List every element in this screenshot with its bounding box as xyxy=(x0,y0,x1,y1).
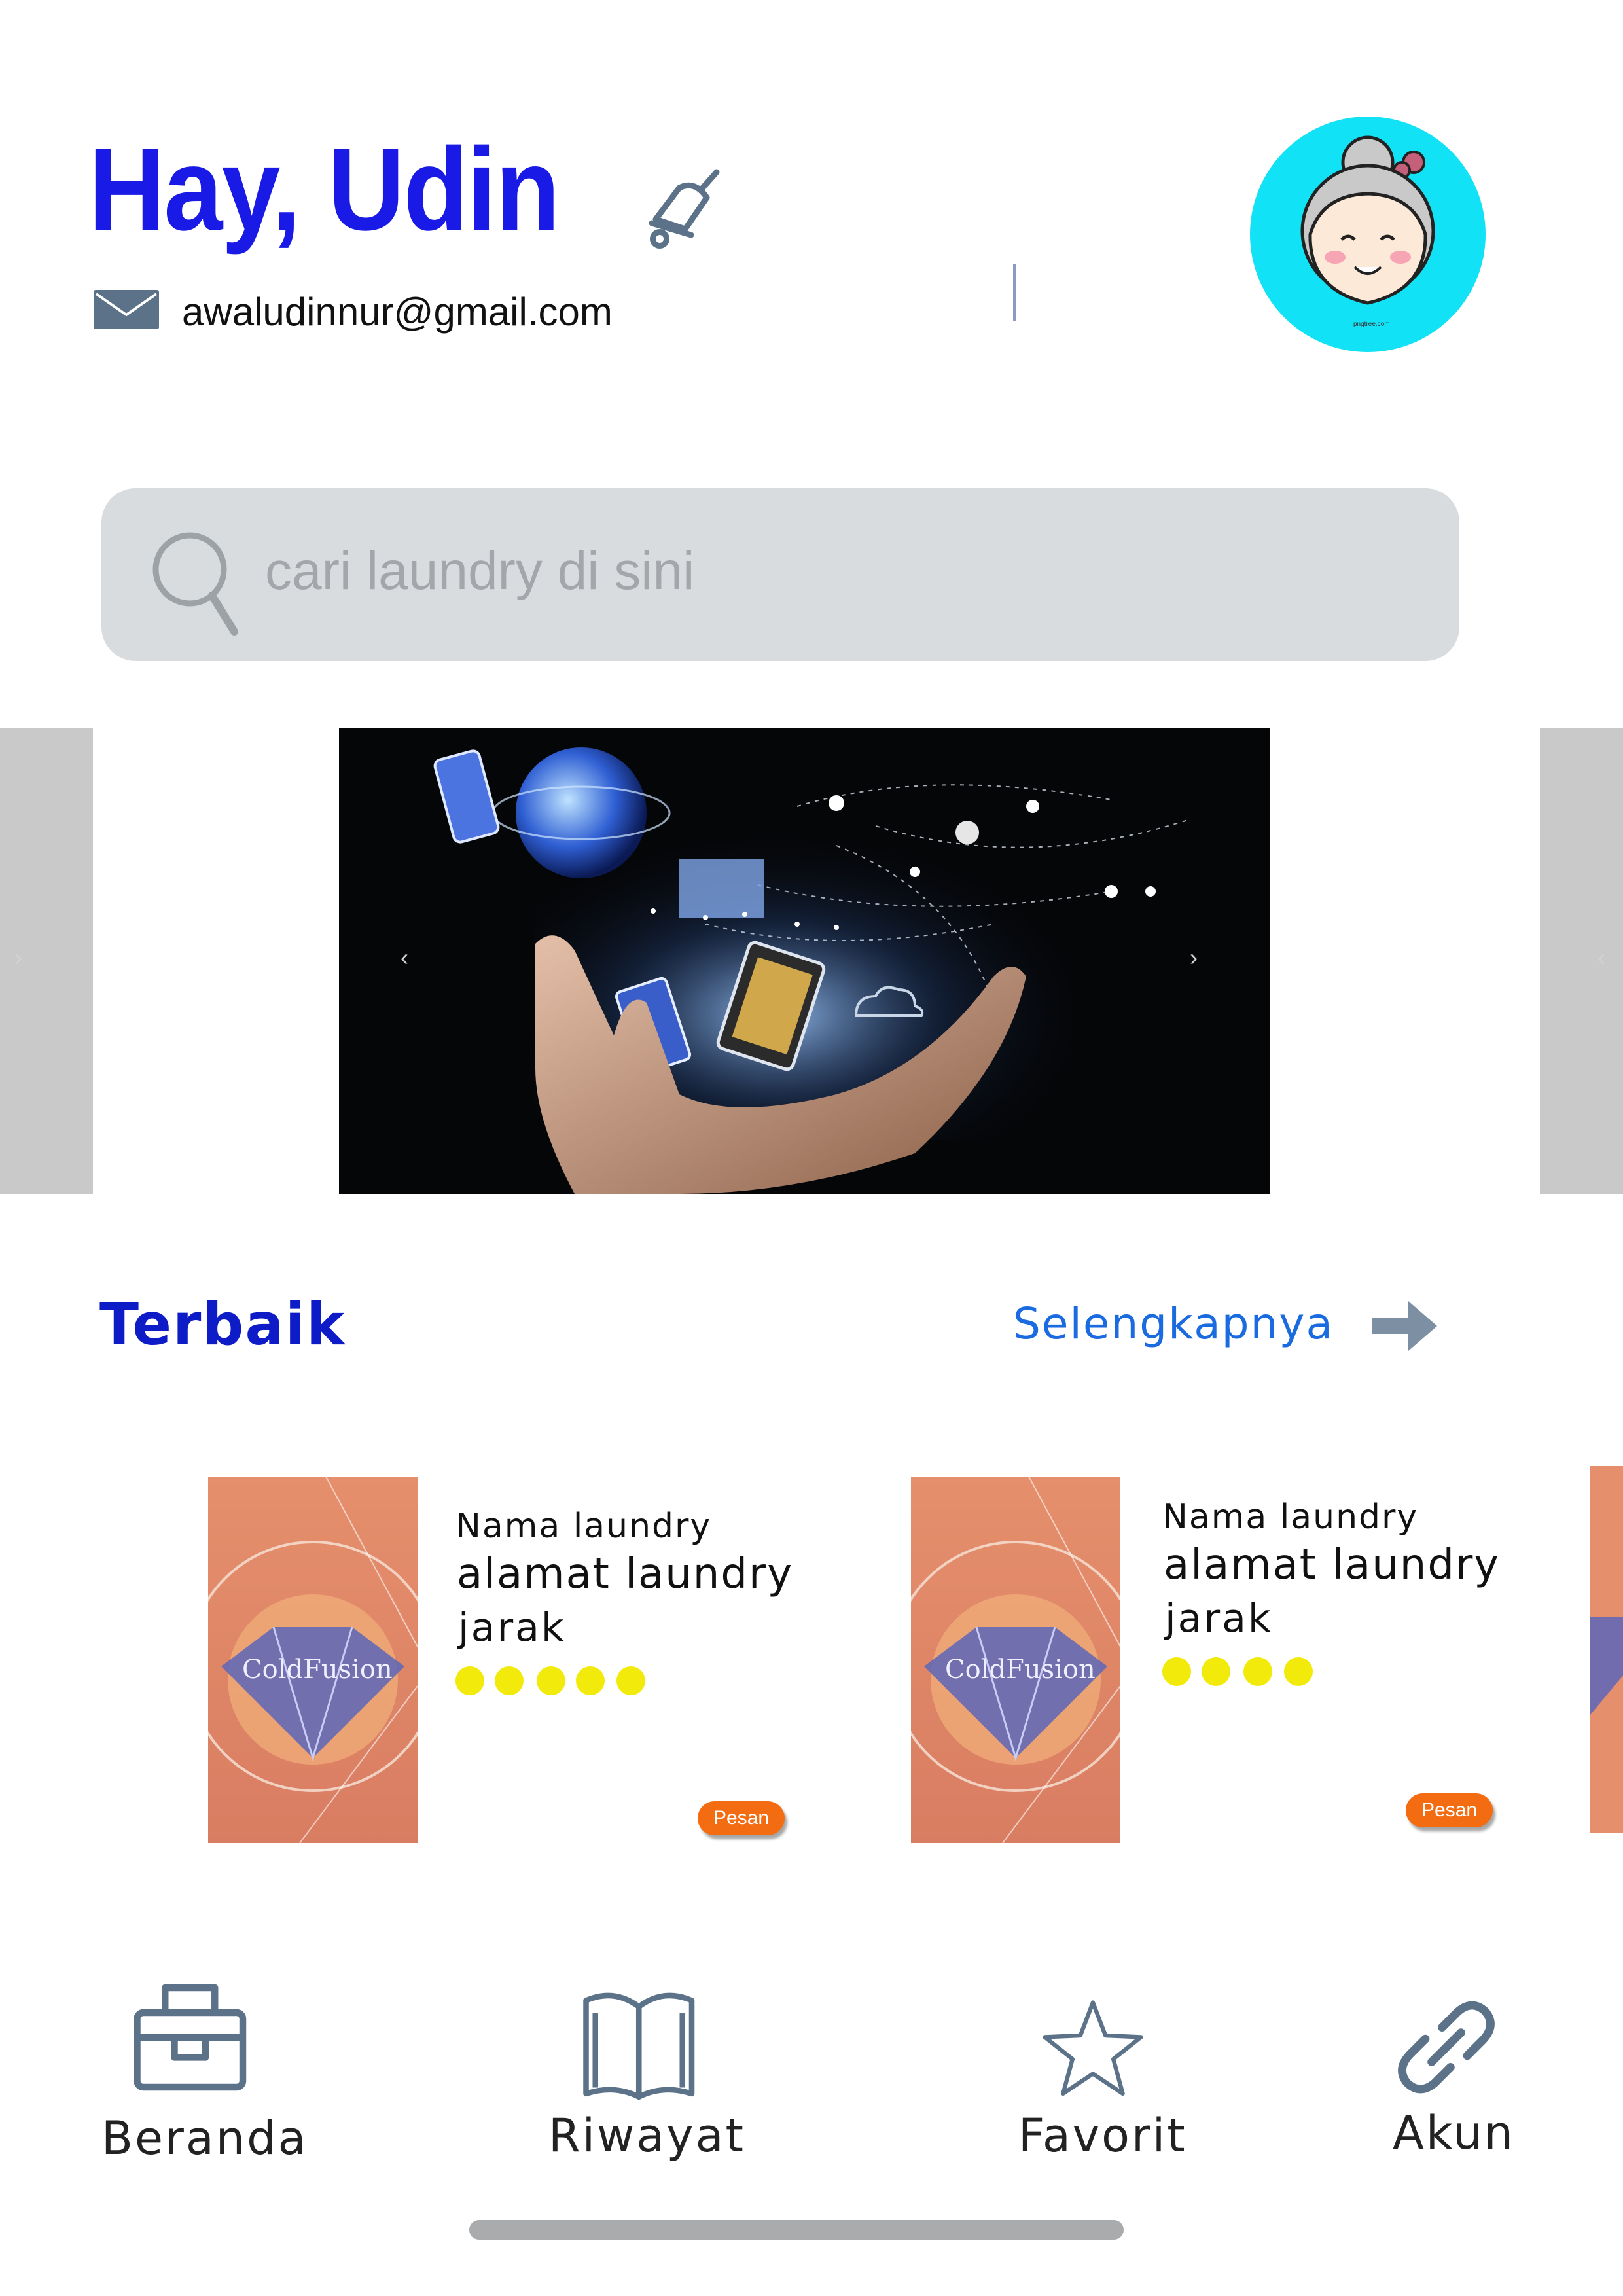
nav-label-riwayat[interactable]: Riwayat xyxy=(548,2109,745,2162)
laundry-distance: jarak xyxy=(1165,1596,1273,1641)
laundry-card-image-partial[interactable] xyxy=(1590,1466,1623,1833)
text-cursor-divider xyxy=(1013,264,1016,321)
carousel-next-arrow-icon[interactable]: › xyxy=(14,944,22,971)
laundry-card-image[interactable]: ColdFusion xyxy=(208,1477,418,1843)
nav-favorit[interactable] xyxy=(1041,1996,1145,2104)
rating-dot-icon xyxy=(455,1666,484,1695)
nav-label-beranda[interactable]: Beranda xyxy=(101,2111,308,2165)
carousel-prev-arrow-icon[interactable]: ‹ xyxy=(1597,944,1605,971)
laundry-name: Nama laundry xyxy=(455,1507,712,1546)
search-icon xyxy=(152,532,238,636)
nav-akun[interactable] xyxy=(1394,1995,1499,2103)
avatar[interactable]: pngtree.com xyxy=(1250,117,1486,352)
greeting-title: Hay, Udin xyxy=(88,124,560,255)
mail-icon xyxy=(94,290,159,329)
carousel-slide-next[interactable]: ‹ xyxy=(1540,728,1623,1194)
grandma-avatar-icon xyxy=(1300,135,1435,305)
star-icon xyxy=(1043,2000,1143,2096)
rating-dot-icon xyxy=(1162,1657,1191,1686)
card-image-caption: ColdFusion xyxy=(945,1655,1096,1685)
rating-dot-icon xyxy=(537,1666,565,1695)
technology-hand-image xyxy=(339,728,1270,1194)
rating-dot-icon xyxy=(576,1666,605,1695)
order-button[interactable]: Pesan xyxy=(698,1801,785,1835)
carousel-prev-arrow-icon[interactable]: ‹ xyxy=(401,944,408,971)
laundry-distance: jarak xyxy=(458,1605,566,1651)
rating-dot-icon xyxy=(1202,1657,1230,1686)
nav-beranda[interactable] xyxy=(131,1975,255,2103)
see-more-link[interactable]: Selengkapnya xyxy=(1013,1299,1334,1349)
avatar-caption: pngtree.com xyxy=(1353,321,1390,328)
laundry-card-image[interactable]: ColdFusion xyxy=(911,1477,1120,1843)
card-image-caption: ColdFusion xyxy=(242,1655,393,1685)
home-briefcase-icon xyxy=(134,1984,247,2091)
carousel-slide-previous[interactable]: › xyxy=(0,728,93,1194)
nav-label-favorit[interactable]: Favorit xyxy=(1018,2109,1187,2162)
home-indicator[interactable] xyxy=(469,2220,1124,2240)
laundry-address: alamat laundry xyxy=(457,1550,794,1598)
section-title-terbaik: Terbaik xyxy=(99,1291,346,1358)
link-icon xyxy=(1398,2001,1495,2094)
user-email: awaludinnur@gmail.com xyxy=(182,290,613,334)
laundry-address: alamat laundry xyxy=(1164,1541,1501,1589)
rating-dot-icon xyxy=(495,1666,524,1695)
book-icon xyxy=(583,1992,695,2100)
arrow-right-icon[interactable] xyxy=(1368,1295,1441,1357)
bell-icon[interactable] xyxy=(638,160,736,259)
rating-dot-icon xyxy=(616,1666,645,1695)
rating-dot-icon xyxy=(1243,1657,1272,1686)
rating-dot-icon xyxy=(1284,1657,1313,1686)
nav-riwayat[interactable] xyxy=(580,1982,704,2109)
laundry-name: Nama laundry xyxy=(1162,1498,1419,1537)
carousel-next-arrow-icon[interactable]: › xyxy=(1190,944,1198,971)
order-button[interactable]: Pesan xyxy=(1406,1793,1493,1827)
nav-label-akun[interactable]: Akun xyxy=(1393,2106,1515,2160)
search-input[interactable]: cari laundry di sini xyxy=(265,541,694,602)
carousel-banner[interactable]: ‹ › xyxy=(339,728,1270,1194)
